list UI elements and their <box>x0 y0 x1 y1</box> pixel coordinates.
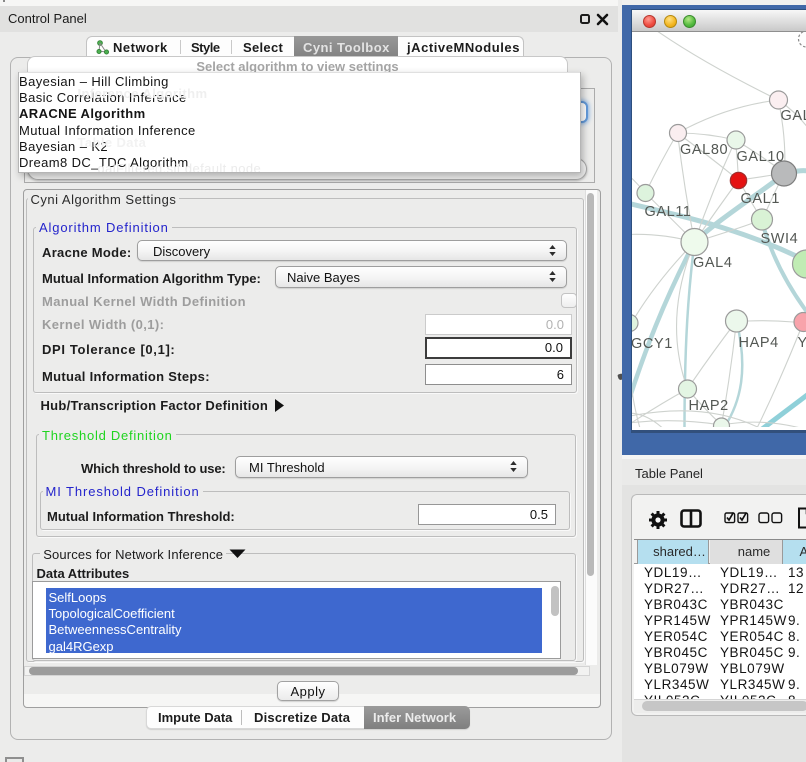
svg-text:GAL11: GAL11 <box>644 204 691 220</box>
svg-text:GAL10: GAL10 <box>736 149 784 165</box>
svg-text:GCY1: GCY1 <box>632 336 673 352</box>
svg-text:Y: Y <box>797 335 806 351</box>
svg-text:HAP4: HAP4 <box>738 335 778 351</box>
svg-text:HAP2: HAP2 <box>688 398 728 414</box>
svg-text:SWI4: SWI4 <box>760 231 798 247</box>
svg-text:GAL: GAL <box>780 108 806 124</box>
svg-text:GAL1: GAL1 <box>740 191 779 207</box>
svg-text:GAL80: GAL80 <box>680 142 728 158</box>
svg-text:GAL4: GAL4 <box>693 255 732 271</box>
